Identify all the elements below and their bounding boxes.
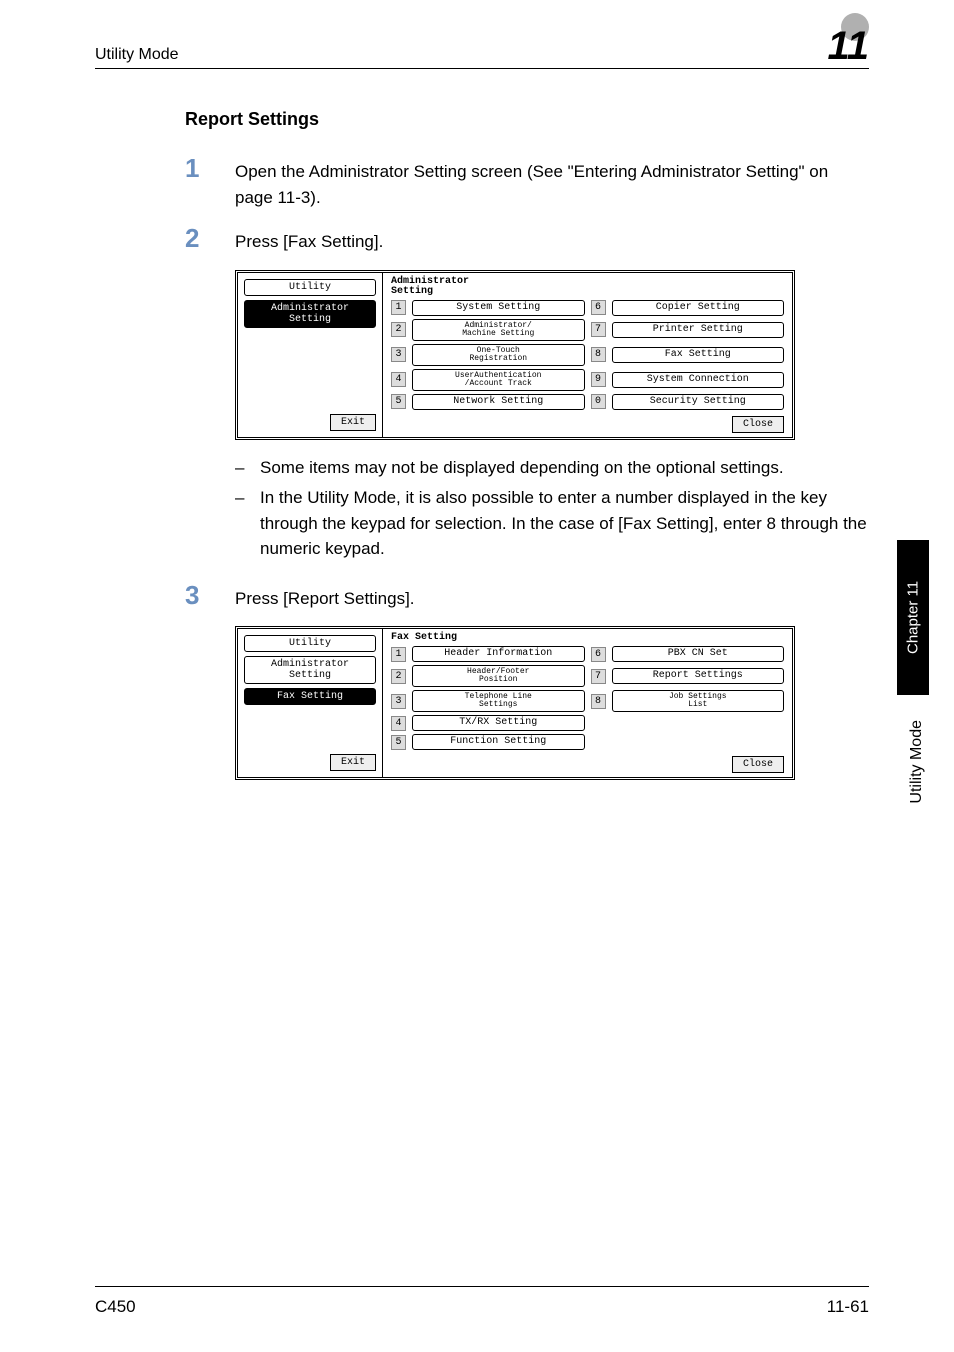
menu-num-8: 8 [591, 347, 606, 362]
menu-num-4: 4 [391, 372, 406, 387]
step-text: Press [Report Settings]. [235, 582, 415, 612]
menu-num-9: 9 [591, 372, 606, 387]
note-text: Some items may not be displayed dependin… [260, 455, 784, 481]
menu-num-2: 2 [391, 322, 406, 337]
exit-button[interactable]: Exit [330, 414, 376, 431]
admin-machine-button[interactable]: Administrator/ Machine Setting [412, 319, 585, 341]
page-header: Utility Mode 11 [95, 30, 869, 69]
footer-right: 11-61 [827, 1297, 869, 1317]
report-settings-button[interactable]: Report Settings [612, 668, 785, 684]
fax-setting-screen: Utility Administrator Setting Fax Settin… [235, 626, 795, 780]
step-number: 2 [185, 225, 235, 251]
screen-title: Fax Setting [391, 633, 784, 643]
admin-setting-tab[interactable]: Administrator Setting [244, 300, 376, 328]
menu-num-6: 6 [591, 647, 606, 662]
exit-button[interactable]: Exit [330, 754, 376, 771]
admin-setting-screen: Utility Administrator Setting Exit Admin… [235, 270, 795, 440]
step-number: 3 [185, 582, 235, 608]
menu-num-5: 5 [391, 735, 406, 750]
tx-rx-setting-button[interactable]: TX/RX Setting [412, 715, 585, 731]
onetouch-button[interactable]: One-Touch Registration [412, 344, 585, 366]
chapter-tab: Chapter 11 [897, 540, 929, 695]
chapter-number: 11 [827, 30, 869, 62]
note-text: In the Utility Mode, it is also possible… [260, 485, 869, 562]
telephone-line-button[interactable]: Telephone Line Settings [412, 690, 585, 712]
fax-setting-tab[interactable]: Fax Setting [244, 688, 376, 705]
utility-tab[interactable]: Utility [244, 279, 376, 296]
header-info-button[interactable]: Header Information [412, 646, 585, 662]
close-button[interactable]: Close [732, 416, 784, 433]
menu-num-3: 3 [391, 694, 406, 709]
step-text: Open the Administrator Setting screen (S… [235, 155, 869, 210]
system-connection-button[interactable]: System Connection [612, 372, 785, 388]
footer-left: C450 [95, 1297, 136, 1317]
step-3: 3 Press [Report Settings]. [185, 582, 869, 612]
utility-tab[interactable]: Utility [244, 635, 376, 652]
step-number: 1 [185, 155, 235, 181]
page-footer: C450 11-61 [95, 1286, 869, 1317]
notes-list: –Some items may not be displayed dependi… [235, 455, 869, 562]
menu-num-6: 6 [591, 300, 606, 315]
step-text: Press [Fax Setting]. [235, 225, 383, 255]
menu-num-1: 1 [391, 647, 406, 662]
fax-setting-button[interactable]: Fax Setting [612, 347, 785, 363]
security-setting-button[interactable]: Security Setting [612, 394, 785, 410]
job-settings-button[interactable]: Job Settings List [612, 690, 785, 712]
menu-num-3: 3 [391, 347, 406, 362]
step-2: 2 Press [Fax Setting]. [185, 225, 869, 255]
menu-num-0: 0 [591, 394, 606, 409]
system-setting-button[interactable]: System Setting [412, 300, 585, 316]
header-left: Utility Mode [95, 46, 179, 64]
close-button[interactable]: Close [732, 756, 784, 773]
printer-setting-button[interactable]: Printer Setting [612, 322, 785, 338]
menu-num-5: 5 [391, 394, 406, 409]
userauth-button[interactable]: UserAuthentication /Account Track [412, 369, 585, 391]
pbx-cn-set-button[interactable]: PBX CN Set [612, 646, 785, 662]
header-footer-button[interactable]: Header/Footer Position [412, 665, 585, 687]
function-setting-button[interactable]: Function Setting [412, 734, 585, 750]
menu-num-2: 2 [391, 669, 406, 684]
side-section-label: Utility Mode [908, 720, 926, 804]
copier-setting-button[interactable]: Copier Setting [612, 300, 785, 316]
note-item: –In the Utility Mode, it is also possibl… [235, 485, 869, 562]
menu-num-7: 7 [591, 669, 606, 684]
admin-setting-tab[interactable]: Administrator Setting [244, 656, 376, 684]
step-1: 1 Open the Administrator Setting screen … [185, 155, 869, 210]
menu-num-7: 7 [591, 322, 606, 337]
note-item: –Some items may not be displayed dependi… [235, 455, 869, 481]
menu-num-1: 1 [391, 300, 406, 315]
network-setting-button[interactable]: Network Setting [412, 394, 585, 410]
menu-num-4: 4 [391, 716, 406, 731]
screen-title: Administrator Setting [391, 277, 784, 297]
menu-num-8: 8 [591, 694, 606, 709]
section-title: Report Settings [185, 109, 869, 130]
